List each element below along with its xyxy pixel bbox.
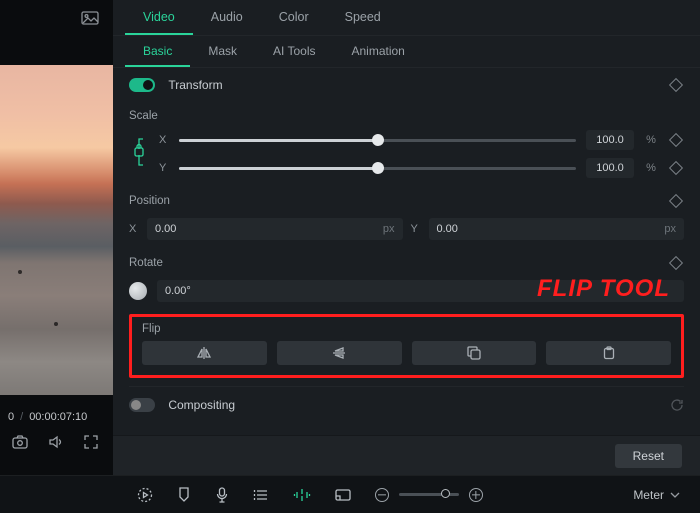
compositing-label: Compositing: [168, 398, 235, 412]
subtab-animation[interactable]: Animation: [333, 36, 422, 67]
copy-button[interactable]: [412, 341, 537, 365]
zoom-in-button[interactable]: [469, 488, 483, 502]
tab-color[interactable]: Color: [261, 0, 327, 35]
zoom-slider[interactable]: [399, 493, 459, 496]
transform-keyframe-icon[interactable]: [669, 78, 683, 92]
position-y-input[interactable]: 0.00 px: [429, 218, 685, 240]
scale-y-row: Y 100.0 %: [129, 154, 684, 182]
subtab-mask[interactable]: Mask: [190, 36, 255, 67]
tab-audio[interactable]: Audio: [193, 0, 261, 35]
fullscreen-icon[interactable]: [84, 435, 98, 449]
preview-panel: 0 / 00:00:07:10: [0, 0, 113, 475]
subtab-basic[interactable]: Basic: [125, 36, 190, 67]
inspector-panel: Video Audio Color Speed Basic Mask AI To…: [113, 0, 700, 475]
scale-y-axis: Y: [159, 162, 169, 174]
transform-label: Transform: [168, 78, 222, 92]
reset-button[interactable]: Reset: [615, 444, 682, 468]
meter-dropdown[interactable]: Meter: [627, 484, 686, 506]
scale-x-axis: X: [159, 134, 169, 146]
snapshot-icon[interactable]: [12, 435, 28, 449]
subtab-aitools[interactable]: AI Tools: [255, 36, 333, 67]
scale-x-row: X 100.0 %: [129, 126, 684, 154]
flip-vertical-button[interactable]: [277, 341, 402, 365]
scale-label: Scale: [129, 102, 684, 126]
playhead-time: 0 / 00:00:07:10: [8, 411, 105, 423]
rotate-label: Rotate: [129, 257, 163, 269]
compositing-toggle[interactable]: [129, 398, 155, 412]
scale-x-slider[interactable]: [179, 139, 576, 142]
timeline-toolbar: Meter: [0, 475, 700, 513]
compositing-reset-icon[interactable]: [670, 398, 684, 412]
current-time: 0: [8, 411, 14, 423]
volume-icon[interactable]: [48, 435, 64, 449]
marker-icon[interactable]: [177, 487, 191, 503]
voiceover-icon[interactable]: [215, 487, 229, 503]
scale-x-keyframe-icon[interactable]: [669, 133, 683, 147]
flip-label: Flip: [142, 317, 671, 341]
rotate-keyframe-icon[interactable]: [669, 256, 683, 270]
scale-y-value[interactable]: 100.0: [586, 158, 634, 178]
position-x-input[interactable]: 0.00 px: [147, 218, 403, 240]
tab-speed[interactable]: Speed: [327, 0, 399, 35]
total-time: 00:00:07:10: [29, 411, 87, 423]
flip-highlight-box: Flip: [129, 314, 684, 378]
inspector-sub-tabs: Basic Mask AI Tools Animation: [113, 36, 700, 68]
aspect-icon[interactable]: [335, 489, 351, 501]
preview-viewport[interactable]: [0, 65, 113, 395]
auto-enhance-icon[interactable]: [293, 487, 311, 503]
chevron-down-icon: [670, 491, 680, 499]
rotate-dial[interactable]: [129, 282, 147, 300]
position-label: Position: [129, 195, 170, 207]
render-preview-icon[interactable]: [137, 487, 153, 503]
position-x-axis: X: [129, 223, 139, 235]
timeline-zoom: [375, 488, 483, 502]
zoom-out-button[interactable]: [375, 488, 389, 502]
image-mode-icon[interactable]: [81, 11, 99, 25]
lock-aspect-icon[interactable]: [132, 137, 146, 167]
scale-y-keyframe-icon[interactable]: [669, 161, 683, 175]
inspector-main-tabs: Video Audio Color Speed: [113, 0, 700, 36]
tab-video[interactable]: Video: [125, 0, 193, 35]
annotation-flip-tool: FLIP TOOL: [537, 275, 670, 303]
flip-horizontal-button[interactable]: [142, 341, 267, 365]
scale-y-slider[interactable]: [179, 167, 576, 170]
tracks-icon[interactable]: [253, 488, 269, 502]
scale-x-value[interactable]: 100.0: [586, 130, 634, 150]
position-y-axis: Y: [411, 223, 421, 235]
transform-toggle[interactable]: [129, 78, 155, 92]
paste-button[interactable]: [546, 341, 671, 365]
position-keyframe-icon[interactable]: [669, 194, 683, 208]
